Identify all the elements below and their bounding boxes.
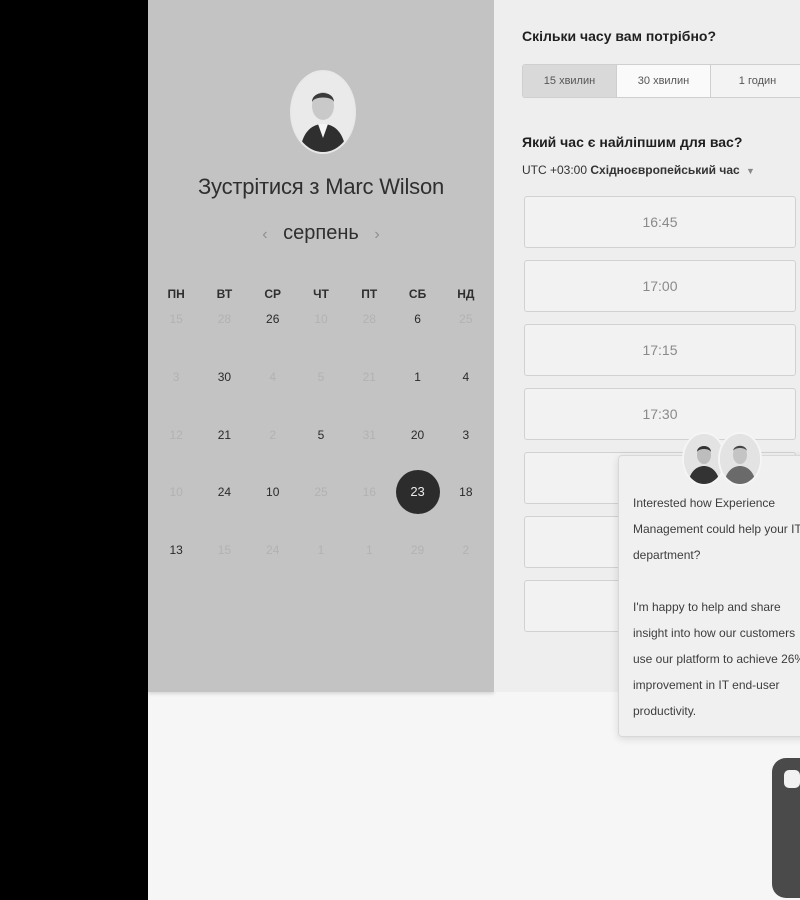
calendar-day[interactable]: 18 xyxy=(442,482,490,502)
timezone-offset: UTC +03:00 xyxy=(522,163,588,177)
chat-line: improvement in IT end-user xyxy=(633,678,780,692)
calendar-day: 5 xyxy=(317,370,325,384)
calendar-week: 12 21 2 5 31 20 3 xyxy=(152,425,490,445)
calendar-day: 29 xyxy=(410,543,425,557)
chat-line: use our platform to achieve 26% xyxy=(633,652,800,666)
chat-line: Management could help your IT xyxy=(633,522,800,536)
chat-bubble-icon xyxy=(784,770,800,788)
calendar-day: 31 xyxy=(362,428,376,442)
time-slot[interactable]: 16:45 xyxy=(524,196,796,248)
chat-agents xyxy=(682,432,762,486)
weekday-label: СР xyxy=(264,287,282,301)
calendar-day: 2 xyxy=(462,543,470,557)
calendar-day: 12 xyxy=(169,428,183,442)
time-slot[interactable]: 17:15 xyxy=(524,324,796,376)
calendar-day: 24 xyxy=(266,543,280,557)
duration-option-15[interactable]: 15 хвилин xyxy=(523,65,617,97)
organizer-avatar xyxy=(290,70,356,154)
chat-line: Interested how Experience xyxy=(633,496,776,510)
calendar-week: 13 15 24 1 1 29 2 xyxy=(152,540,490,560)
weekday-label: ВТ xyxy=(216,287,233,301)
calendar-day: 28 xyxy=(362,312,376,326)
chat-line: productivity. xyxy=(633,704,697,718)
weekday-header: ПН ВТ СР ЧТ ПТ СБ НД xyxy=(152,287,490,301)
chat-message-popup[interactable]: Interested how Experience Management cou… xyxy=(618,455,800,737)
time-slot[interactable]: 17:00 xyxy=(524,260,796,312)
time-question: Який час є найліпшим для вас? xyxy=(522,134,743,150)
calendar-day: 3 xyxy=(172,370,180,384)
calendar-day: 15 xyxy=(217,543,232,557)
calendar-day[interactable]: 10 xyxy=(249,482,297,502)
timezone-name: Східноєвропейський час xyxy=(590,163,740,177)
calendar-day: 1 xyxy=(317,543,325,557)
weekday-label: НД xyxy=(457,287,475,301)
calendar-week: 10 24 10 25 16 23 18 xyxy=(152,470,490,514)
calendar-day: 4 xyxy=(269,370,277,384)
selected-calendar-day[interactable]: 23 xyxy=(393,470,441,514)
month-label: серпень xyxy=(283,222,359,244)
weekday-label: ПТ xyxy=(361,287,378,301)
calendar-day[interactable]: 6 xyxy=(393,309,441,329)
calendar-day: 25 xyxy=(314,485,328,499)
calendar-day[interactable]: 26 xyxy=(249,309,297,329)
weekday-label: СБ xyxy=(408,287,427,301)
month-navigator: ‹ серпень › xyxy=(148,222,494,245)
calendar-day[interactable]: 4 xyxy=(442,367,490,387)
calendar-day[interactable]: 21 xyxy=(200,425,248,445)
chat-paragraph-gap xyxy=(633,568,800,594)
weekday-label: ПН xyxy=(167,287,185,301)
calendar-day[interactable]: 1 xyxy=(393,367,441,387)
agent-avatar xyxy=(718,432,762,486)
calendar-day: 16 xyxy=(362,485,376,499)
selected-day-number: 23 xyxy=(395,470,440,514)
calendar-day[interactable]: 3 xyxy=(442,425,490,445)
chat-launcher-button[interactable] xyxy=(772,758,800,898)
black-left-margin xyxy=(0,0,148,900)
calendar-day: 15 xyxy=(169,312,183,326)
calendar-day[interactable]: 13 xyxy=(152,540,200,560)
calendar-day: 10 xyxy=(314,312,328,326)
organizer-panel: Зустрітися з Marc Wilson ‹ серпень › ПН … xyxy=(148,0,494,692)
timezone-dropdown[interactable]: UTC +03:00 Східноєвропейський час ▼ xyxy=(522,163,755,177)
calendar-week: 15 28 26 10 28 6 25 xyxy=(152,309,490,329)
duration-question: Скільки часу вам потрібно? xyxy=(522,28,717,44)
next-month-arrow-icon[interactable]: › xyxy=(374,226,379,243)
calendar-day: 1 xyxy=(365,543,373,557)
chat-line: I'm happy to help and share xyxy=(633,600,781,614)
duration-option-30[interactable]: 30 хвилин xyxy=(617,65,711,97)
duration-selector: 15 хвилин 30 хвилин 1 годин xyxy=(522,64,800,98)
weekday-label: ЧТ xyxy=(313,287,329,301)
duration-option-60[interactable]: 1 годин xyxy=(711,65,800,97)
chat-line: insight into how our customers xyxy=(633,626,796,640)
calendar-day[interactable]: 5 xyxy=(297,425,345,445)
calendar-day[interactable]: 20 xyxy=(393,425,441,445)
calendar-day[interactable]: 30 xyxy=(200,367,248,387)
calendar-day[interactable]: 24 xyxy=(200,482,248,502)
calendar-day: 2 xyxy=(269,428,277,442)
chat-message: Interested how Experience Management cou… xyxy=(633,490,800,724)
calendar-day: 10 xyxy=(169,485,183,499)
chat-line: department? xyxy=(633,548,701,562)
calendar-day: 21 xyxy=(362,370,376,384)
calendar-day: 25 xyxy=(459,312,473,326)
calendar-week: 3 30 4 5 21 1 4 xyxy=(152,367,490,387)
chevron-down-icon: ▼ xyxy=(746,166,755,176)
meeting-title: Зустрітися з Marc Wilson xyxy=(197,174,445,199)
prev-month-arrow-icon[interactable]: ‹ xyxy=(262,226,267,243)
calendar-day: 28 xyxy=(217,312,232,326)
